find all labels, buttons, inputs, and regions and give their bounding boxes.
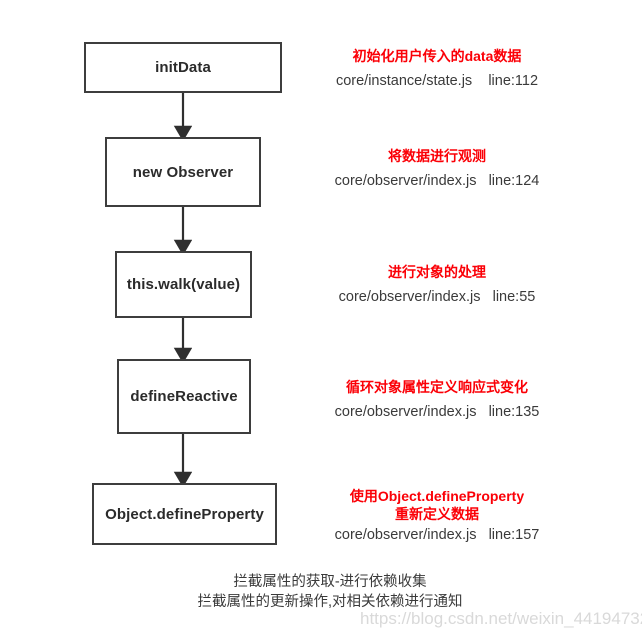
annotation-file-path: core/instance/state.js <box>335 73 473 89</box>
annotation-source: core/observer/index.js line:124 <box>312 172 562 191</box>
flowchart-canvas: initData new Observer this.walk(value) d… <box>0 0 642 635</box>
annotation-initdata: 初始化用户传入的data数据 core/instance/state.js li… <box>312 47 562 91</box>
caption-line-1: 拦截属性的获取-进行依赖收集 <box>233 574 427 590</box>
annotation-line-number: line:124 <box>488 173 540 189</box>
annotation-this-walk-value: 进行对象的处理 core/observer/index.js line:55 <box>312 263 562 307</box>
annotation-title: 循环对象属性定义响应式变化 <box>346 379 528 395</box>
annotation-line-number: line:135 <box>488 404 540 420</box>
annotation-title: 初始化用户传入的data数据 <box>352 48 522 64</box>
flow-node-label: initData <box>155 59 211 76</box>
annotation-title-second-line: 重新定义数据 <box>395 506 479 522</box>
annotation-new-observer: 将数据进行观测 core/observer/index.js line:124 <box>312 147 562 191</box>
annotation-source: core/observer/index.js line:157 <box>312 526 562 545</box>
flow-node-label: new Observer <box>132 163 234 181</box>
annotation-source: core/instance/state.js line:112 <box>312 72 562 91</box>
annotation-file-path: core/observer/index.js <box>338 289 481 305</box>
blog-watermark: https://blog.csdn.net/weixin_44194732 <box>360 609 642 628</box>
annotation-source: core/observer/index.js line:135 <box>312 403 562 422</box>
annotation-title: 进行对象的处理 <box>388 264 486 280</box>
flow-node-initdata[interactable]: initData <box>84 42 282 93</box>
annotation-object-defineproperty: 使用Object.defineProperty 重新定义数据 core/obse… <box>312 487 562 545</box>
flow-node-definereactive[interactable]: defineReactive <box>117 359 251 434</box>
flow-node-this-walk-value[interactable]: this.walk(value) <box>115 251 252 318</box>
flow-node-label: Object.defineProperty <box>105 505 264 523</box>
flow-node-label: defineReactive <box>130 388 238 405</box>
annotation-file-path: core/observer/index.js <box>334 404 477 420</box>
annotation-title: 将数据进行观测 <box>388 148 486 164</box>
annotation-line-number: line:112 <box>488 73 539 89</box>
annotation-source: core/observer/index.js line:55 <box>312 288 562 307</box>
annotation-file-path: core/observer/index.js <box>334 173 477 189</box>
annotation-title: 使用Object.defineProperty <box>349 488 525 504</box>
annotation-line-number: line:55 <box>492 289 536 305</box>
annotation-file-path: core/observer/index.js <box>334 527 477 543</box>
annotation-definereactive: 循环对象属性定义响应式变化 core/observer/index.js lin… <box>312 378 562 422</box>
diagram-caption: 拦截属性的获取-进行依赖收集 拦截属性的更新操作,对相关依赖进行通知 <box>41 572 619 612</box>
flow-node-object-defineproperty[interactable]: Object.defineProperty <box>92 483 277 545</box>
flow-node-label: this.walk(value) <box>126 276 241 293</box>
annotation-line-number: line:157 <box>488 527 540 543</box>
flow-node-new-observer[interactable]: new Observer <box>105 137 261 207</box>
